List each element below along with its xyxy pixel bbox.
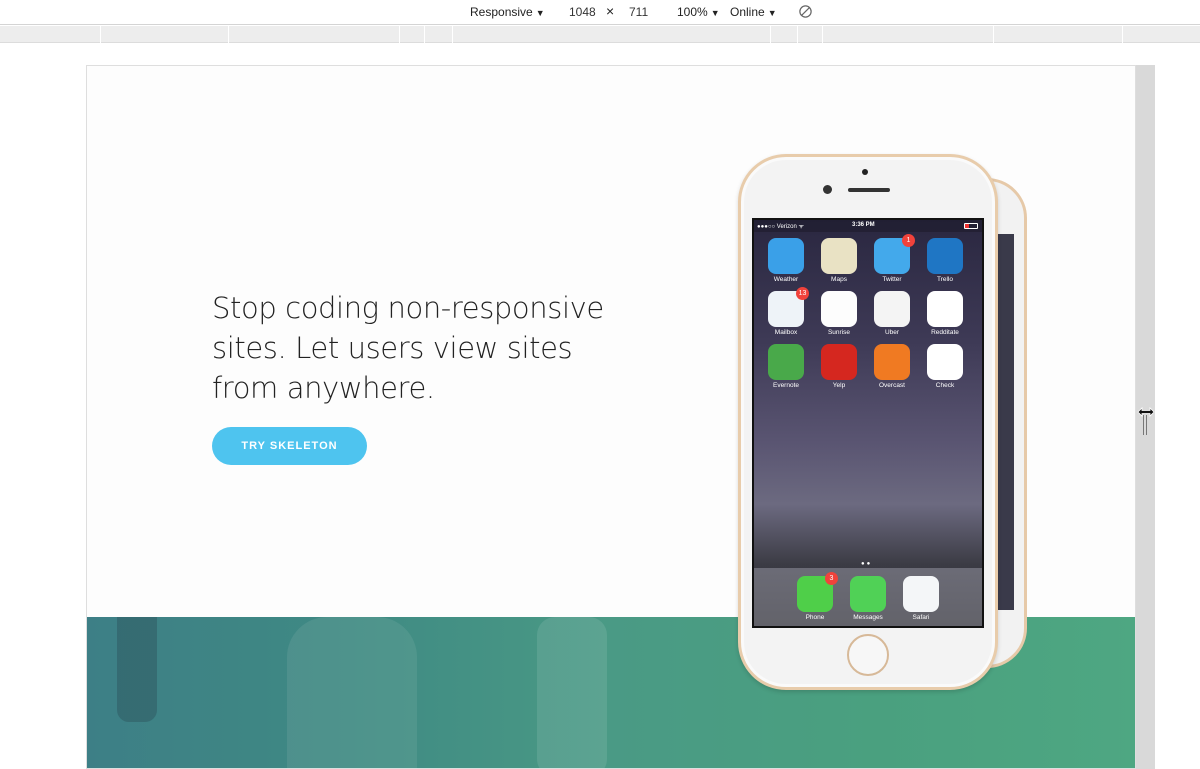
band-decoration	[537, 617, 607, 768]
app-maps: Maps	[821, 238, 857, 283]
uber-icon	[874, 291, 910, 327]
messages-icon	[850, 576, 886, 612]
app-messages: Messages	[850, 576, 886, 621]
app-safari: Safari	[903, 576, 939, 621]
yelp-icon	[821, 344, 857, 380]
mailbox-icon: 13	[768, 287, 809, 327]
sunrise-icon	[821, 291, 857, 327]
app-label: Yelp	[832, 382, 846, 389]
app-label: Phone	[805, 614, 825, 621]
app-label: Safari	[912, 614, 930, 621]
app-mailbox: 13 Mailbox	[768, 287, 809, 336]
app-check: Check	[927, 344, 963, 389]
app-overcast: Overcast	[874, 344, 910, 389]
notification-badge: 3	[825, 572, 838, 585]
app-label: Trello	[936, 276, 953, 283]
phone-icon: 3	[797, 572, 838, 612]
app-phone: 3 Phone	[797, 572, 838, 621]
app-label: Sunrise	[827, 329, 851, 336]
twitter-icon: 1	[874, 234, 915, 274]
notification-badge: 13	[796, 287, 809, 300]
app-label: Evernote	[772, 382, 800, 389]
app-evernote: Evernote	[768, 344, 804, 389]
trello-icon	[927, 238, 963, 274]
resize-grip-icon	[1143, 415, 1147, 435]
app-label: Check	[935, 382, 955, 389]
app-label: Maps	[831, 276, 847, 283]
mq-divider	[993, 26, 994, 43]
weather-icon	[768, 238, 804, 274]
app-yelp: Yelp	[821, 344, 857, 389]
band-decoration	[117, 617, 157, 722]
check-icon	[927, 344, 963, 380]
chevron-down-icon: ▼	[710, 8, 720, 18]
app-label: Messages	[853, 614, 883, 621]
phone-mockup: ●●●○○ Verizon ᯤ 3:36 PM Weather Maps 1 Twit…	[738, 154, 998, 690]
mq-divider	[228, 26, 229, 43]
phone-camera	[862, 169, 868, 175]
app-label: Overcast	[878, 382, 905, 389]
time-label: 3:36 PM	[852, 222, 875, 228]
zoom-select[interactable]: 100% ▼	[677, 5, 720, 20]
try-skeleton-button[interactable]: TRY SKELETON	[212, 427, 367, 465]
home-button	[847, 634, 889, 676]
page-dots: ●●	[861, 561, 873, 567]
app-sunrise: Sunrise	[821, 291, 857, 336]
mq-divider	[452, 26, 453, 43]
app-weather: Weather	[768, 238, 804, 283]
phone-status-bar: ●●●○○ Verizon ᯤ 3:36 PM	[754, 220, 982, 232]
chevron-down-icon: ▼	[535, 8, 545, 18]
battery-icon	[964, 223, 978, 229]
app-label: Uber	[884, 329, 900, 336]
safari-icon	[903, 576, 939, 612]
app-redditate: Redditate	[927, 291, 963, 336]
height-input[interactable]: 711	[629, 5, 648, 20]
device-label: Responsive	[470, 5, 533, 19]
rotate-icon[interactable]	[798, 4, 813, 19]
carrier-label: ●●●○○ Verizon ᯤ	[757, 224, 804, 230]
redditate-icon	[927, 291, 963, 327]
media-query-bar[interactable]	[0, 26, 1200, 43]
phone-dock: 3 Phone Messages Safari	[754, 568, 982, 626]
hero-heading: Stop coding non-responsive sites. Let us…	[212, 291, 604, 405]
zoom-label: 100%	[677, 5, 708, 19]
network-select[interactable]: Online ▼	[730, 5, 777, 20]
phone-speaker	[848, 188, 890, 192]
times-icon: ×	[606, 3, 615, 19]
evernote-icon	[768, 344, 804, 380]
app-trello: Trello	[927, 238, 963, 283]
app-uber: Uber	[874, 291, 910, 336]
app-label: Twitter	[882, 276, 902, 283]
overcast-icon	[874, 344, 910, 380]
resize-cursor-icon	[1137, 407, 1155, 417]
app-twitter: 1 Twitter	[874, 234, 915, 283]
mq-divider	[822, 26, 823, 43]
app-label: Weather	[773, 276, 799, 283]
network-label: Online	[730, 5, 765, 19]
device-select[interactable]: Responsive ▼	[470, 5, 545, 20]
phone-screen: ●●●○○ Verizon ᯤ 3:36 PM Weather Maps 1 Twit…	[752, 218, 984, 628]
maps-icon	[821, 238, 857, 274]
mq-divider	[100, 26, 101, 43]
mq-divider	[399, 26, 400, 43]
mq-divider	[770, 26, 771, 43]
app-label: Redditate	[931, 329, 959, 336]
device-toolbar: Responsive ▼ 1048 × 711 100% ▼ Online ▼	[0, 0, 1200, 25]
mq-divider	[797, 26, 798, 43]
mq-divider	[1122, 26, 1123, 43]
chevron-down-icon: ▼	[767, 8, 777, 18]
app-label: Mailbox	[774, 329, 798, 336]
band-decoration	[287, 617, 417, 768]
phone-front-camera	[823, 185, 832, 194]
mq-divider	[424, 26, 425, 43]
width-input[interactable]: 1048	[569, 5, 596, 20]
notification-badge: 1	[902, 234, 915, 247]
